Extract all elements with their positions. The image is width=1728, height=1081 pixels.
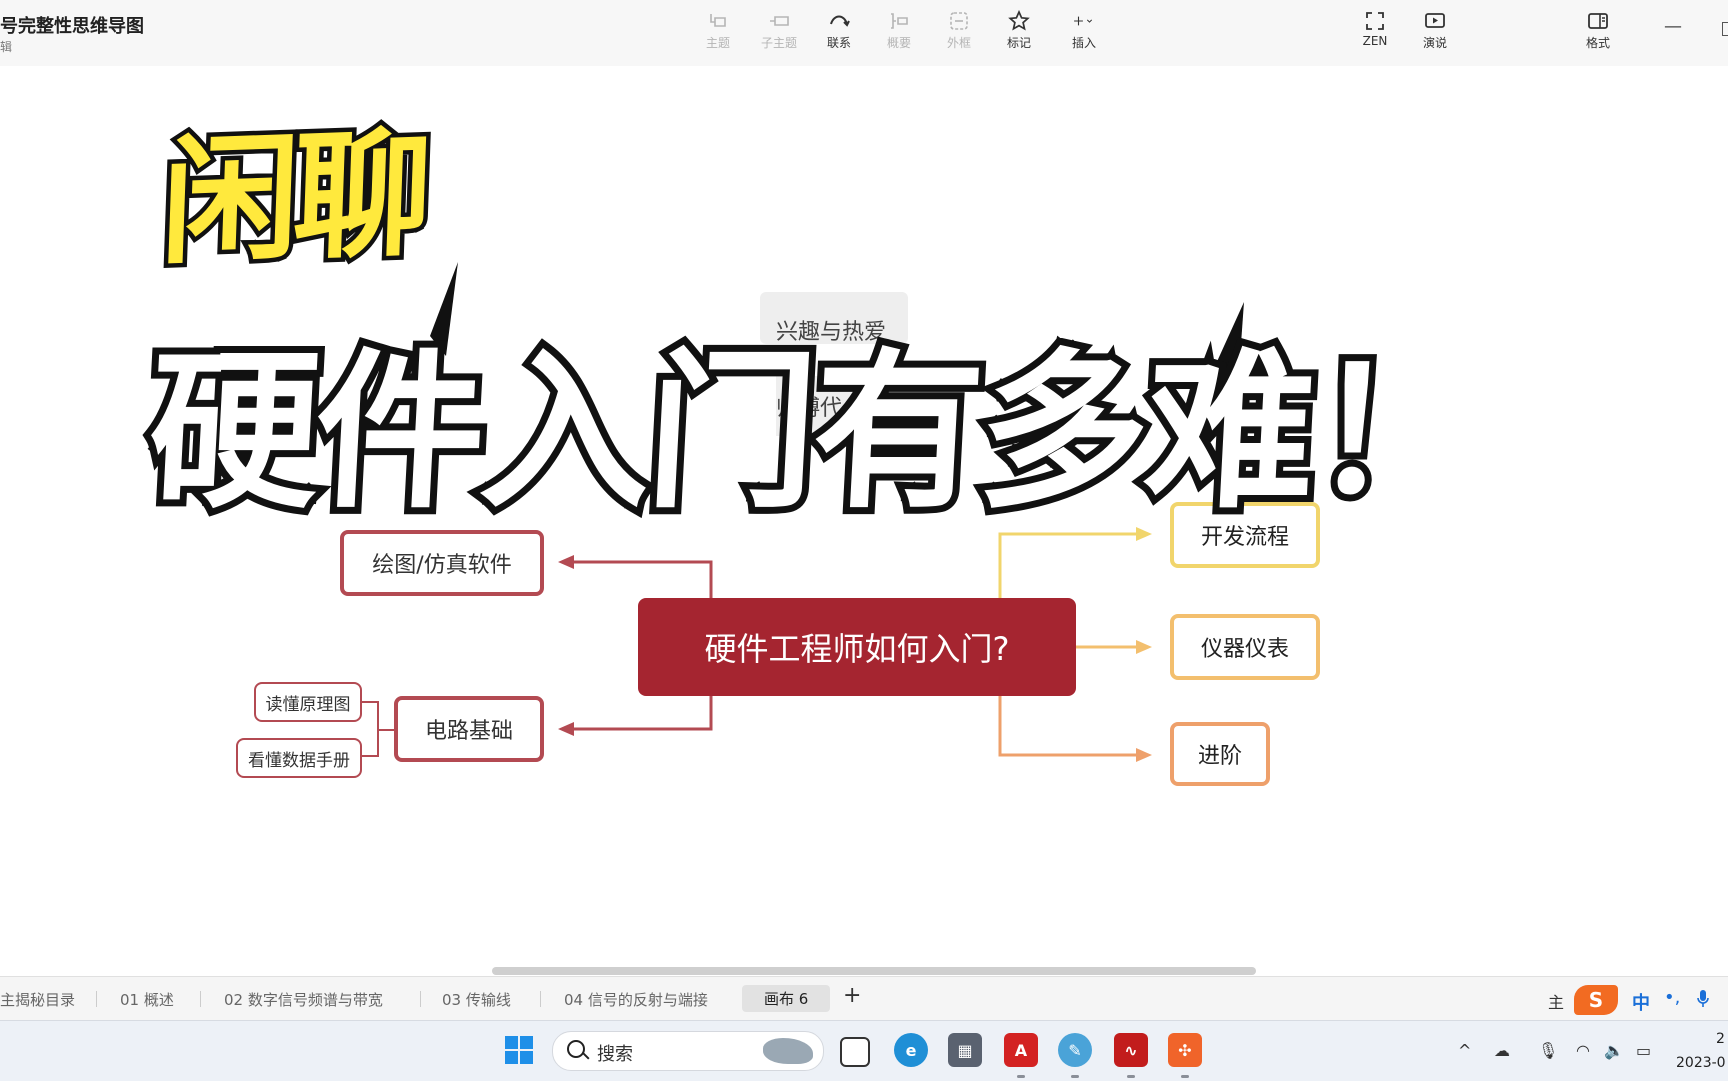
topic-button[interactable]: 主题 bbox=[686, 8, 750, 58]
acrobat-icon[interactable]: A bbox=[1004, 1033, 1038, 1067]
summary-icon bbox=[867, 8, 931, 34]
ime-mic-icon[interactable] bbox=[1696, 989, 1710, 1014]
sheet-tab-spectrum[interactable]: 02 数字信号频谱与带宽 bbox=[224, 989, 383, 1010]
sheet-tab-overview[interactable]: 01 概述 bbox=[120, 989, 174, 1010]
running-indicator bbox=[1017, 1075, 1025, 1078]
marker-button[interactable]: 标记 bbox=[987, 8, 1051, 58]
running-indicator bbox=[1071, 1075, 1079, 1078]
present-icon bbox=[1403, 8, 1467, 34]
boundary-icon bbox=[927, 8, 991, 34]
sheet-tab-transmission[interactable]: 03 传输线 bbox=[442, 989, 511, 1010]
overlay-title-small: 闲聊 bbox=[154, 109, 433, 288]
scope-app-icon[interactable]: ∿ bbox=[1114, 1033, 1148, 1067]
search-label: 搜索 bbox=[597, 1044, 633, 1065]
tab-divider bbox=[96, 991, 97, 1007]
format-panel-icon bbox=[1566, 8, 1630, 34]
boundary-button[interactable]: 外框 bbox=[927, 8, 991, 58]
ime-mode[interactable]: 主 bbox=[1548, 989, 1564, 1013]
document-subtitle: 辑 bbox=[0, 40, 13, 54]
edge-icon[interactable]: e bbox=[894, 1033, 928, 1067]
subtopic-label: 子主题 bbox=[760, 36, 797, 50]
clock-time[interactable]: 2 bbox=[1716, 1031, 1725, 1047]
paint-icon[interactable]: ✎ bbox=[1058, 1033, 1092, 1067]
insert-button[interactable]: 插入 bbox=[1052, 8, 1116, 58]
zen-label: ZEN bbox=[1362, 34, 1388, 48]
present-button[interactable]: 演说 bbox=[1403, 8, 1467, 58]
tab-divider bbox=[540, 991, 541, 1007]
relationship-button[interactable]: 联系 bbox=[807, 8, 871, 58]
subtopic-button[interactable]: 子主题 bbox=[747, 8, 811, 58]
sheet-tab-bar: 主揭秘目录 01 概述 02 数字信号频谱与带宽 03 传输线 04 信号的反射… bbox=[0, 967, 1728, 1021]
zen-button[interactable]: ZEN bbox=[1343, 8, 1407, 58]
sheet-tab-toc[interactable]: 主揭秘目录 bbox=[0, 989, 75, 1010]
window-edge bbox=[1722, 22, 1728, 36]
topic-label: 主题 bbox=[705, 36, 730, 50]
boundary-label: 外框 bbox=[946, 36, 971, 50]
app-toolbar: 号完整性思维导图 辑 主题 子主题 联系 概要 外框 标记 插入 ZEN 演说 … bbox=[0, 0, 1728, 67]
plus-icon bbox=[1052, 8, 1116, 34]
document-title: 号完整性思维导图 bbox=[0, 16, 144, 37]
horizontal-scrollbar[interactable] bbox=[492, 967, 1256, 975]
calculator-icon[interactable]: ▦ bbox=[948, 1033, 982, 1067]
wifi-icon[interactable]: ◠ bbox=[1576, 1041, 1590, 1060]
tab-divider bbox=[200, 991, 201, 1007]
overlay-title-large: 硬件入门有多难！ bbox=[137, 327, 1489, 539]
topic-icon bbox=[686, 8, 750, 34]
xmind-icon[interactable]: ✣ bbox=[1168, 1033, 1202, 1067]
relationship-label: 联系 bbox=[826, 36, 851, 50]
battery-icon[interactable]: ▭ bbox=[1636, 1041, 1651, 1060]
chevron-up-icon[interactable]: ^ bbox=[1458, 1041, 1471, 1060]
taskbar-search[interactable]: 搜索 bbox=[552, 1031, 824, 1071]
tab-divider bbox=[420, 991, 421, 1007]
clock-date[interactable]: 2023-0 bbox=[1676, 1055, 1726, 1071]
sheet-tab-canvas6[interactable]: 画布 6 bbox=[742, 985, 831, 1012]
windows-start-icon[interactable] bbox=[504, 1035, 534, 1065]
summary-label: 概要 bbox=[886, 36, 911, 50]
microphone-icon[interactable]: 🎙 bbox=[1538, 1041, 1558, 1060]
add-sheet-button[interactable]: + bbox=[843, 983, 861, 1008]
format-label: 格式 bbox=[1585, 36, 1610, 50]
star-icon bbox=[987, 8, 1051, 34]
search-icon bbox=[567, 1040, 585, 1058]
task-view-icon[interactable] bbox=[840, 1037, 870, 1067]
summary-button[interactable]: 概要 bbox=[867, 8, 931, 58]
marker-label: 标记 bbox=[1006, 36, 1031, 50]
present-label: 演说 bbox=[1422, 36, 1447, 50]
sogou-logo-icon[interactable]: S bbox=[1574, 985, 1618, 1015]
fullscreen-icon bbox=[1343, 8, 1407, 34]
ime-lang-toggle[interactable]: 中 bbox=[1632, 989, 1650, 1015]
running-indicator bbox=[1181, 1075, 1189, 1078]
ime-punct-toggle[interactable]: •, bbox=[1664, 987, 1680, 1008]
subtopic-icon bbox=[747, 8, 811, 34]
sheet-tab-reflection[interactable]: 04 信号的反射与端接 bbox=[564, 989, 708, 1010]
windows-taskbar: 搜索 e ▦ A ✎ ∿ ✣ ^ ☁ 🎙 ◠ 🔈 ▭ 2 2023-0 bbox=[0, 1020, 1728, 1081]
relationship-icon bbox=[807, 8, 871, 34]
format-button[interactable]: 格式 bbox=[1566, 8, 1630, 58]
search-highlight-image bbox=[763, 1038, 813, 1064]
running-indicator bbox=[1127, 1075, 1135, 1078]
minimize-icon[interactable]: — bbox=[1664, 16, 1682, 37]
onedrive-icon[interactable]: ☁ bbox=[1494, 1041, 1510, 1060]
volume-icon[interactable]: 🔈 bbox=[1604, 1041, 1624, 1060]
mindmap-canvas[interactable]: 兴趣与热爱 师傅代 硬件工程师如何入门? 绘图/仿真软件 电路基础 读懂原理图 … bbox=[0, 66, 1728, 976]
insert-label: 插入 bbox=[1071, 36, 1096, 50]
